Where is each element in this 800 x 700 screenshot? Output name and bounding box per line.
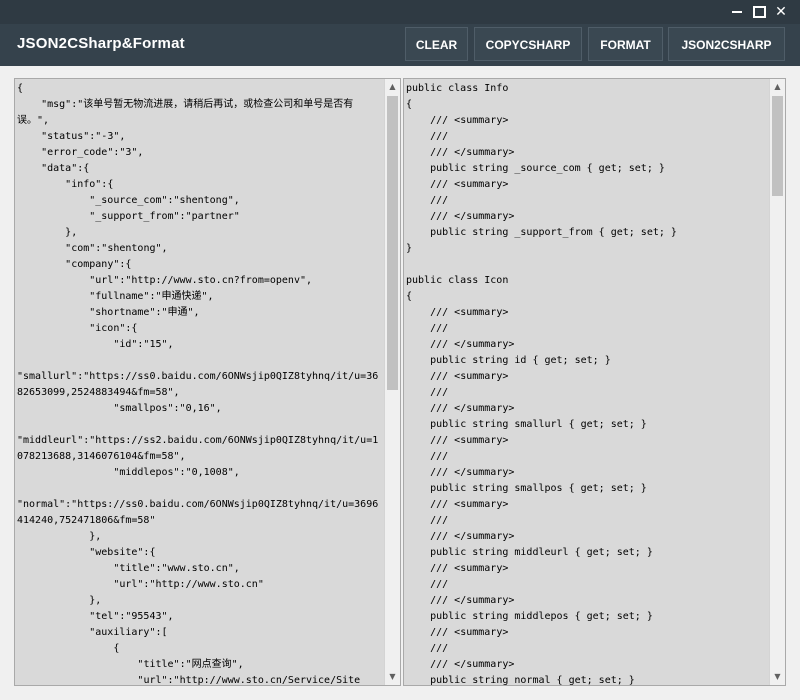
clear-button[interactable]: CLEAR — [405, 27, 468, 61]
scroll-down-arrow-icon[interactable]: ▼ — [385, 669, 400, 685]
minimize-icon — [732, 11, 742, 13]
window-title-bar: ✕ — [0, 0, 800, 24]
scroll-up-arrow-icon[interactable]: ▲ — [770, 79, 785, 95]
csharp-editor-scrollbar[interactable]: ▲ ▼ — [769, 79, 785, 685]
json2csharp-button[interactable]: JSON2CSHARP — [668, 27, 785, 61]
app-header: JSON2CSharp&Format CLEAR COPYCSHARP FORM… — [0, 24, 800, 66]
scroll-down-arrow-icon[interactable]: ▼ — [770, 669, 785, 685]
minimize-button[interactable] — [727, 2, 747, 22]
json-editor-scroll-thumb[interactable] — [387, 96, 398, 390]
app-title: JSON2CSharp&Format — [17, 35, 185, 52]
csharp-editor-scroll-thumb[interactable] — [772, 96, 783, 196]
format-button[interactable]: FORMAT — [588, 27, 663, 61]
csharp-output-editor[interactable]: public class Info { /// <summary> /// //… — [403, 78, 786, 686]
close-icon: ✕ — [775, 4, 787, 20]
main-content: { "msg":"该单号暂无物流进展，请稍后再试，或检查公司和单号是否有误。",… — [0, 66, 800, 700]
copy-csharp-button[interactable]: COPYCSHARP — [474, 27, 582, 61]
json-editor-scrollbar[interactable]: ▲ ▼ — [384, 79, 400, 685]
json-input-text[interactable]: { "msg":"该单号暂无物流进展，请稍后再试，或检查公司和单号是否有误。",… — [17, 81, 382, 685]
maximize-icon — [752, 6, 766, 18]
json-input-editor[interactable]: { "msg":"该单号暂无物流进展，请稍后再试，或检查公司和单号是否有误。",… — [14, 78, 401, 686]
close-button[interactable]: ✕ — [771, 2, 791, 22]
csharp-output-text[interactable]: public class Info { /// <summary> /// //… — [406, 81, 766, 685]
scroll-up-arrow-icon[interactable]: ▲ — [385, 79, 400, 95]
maximize-button[interactable] — [749, 2, 769, 22]
